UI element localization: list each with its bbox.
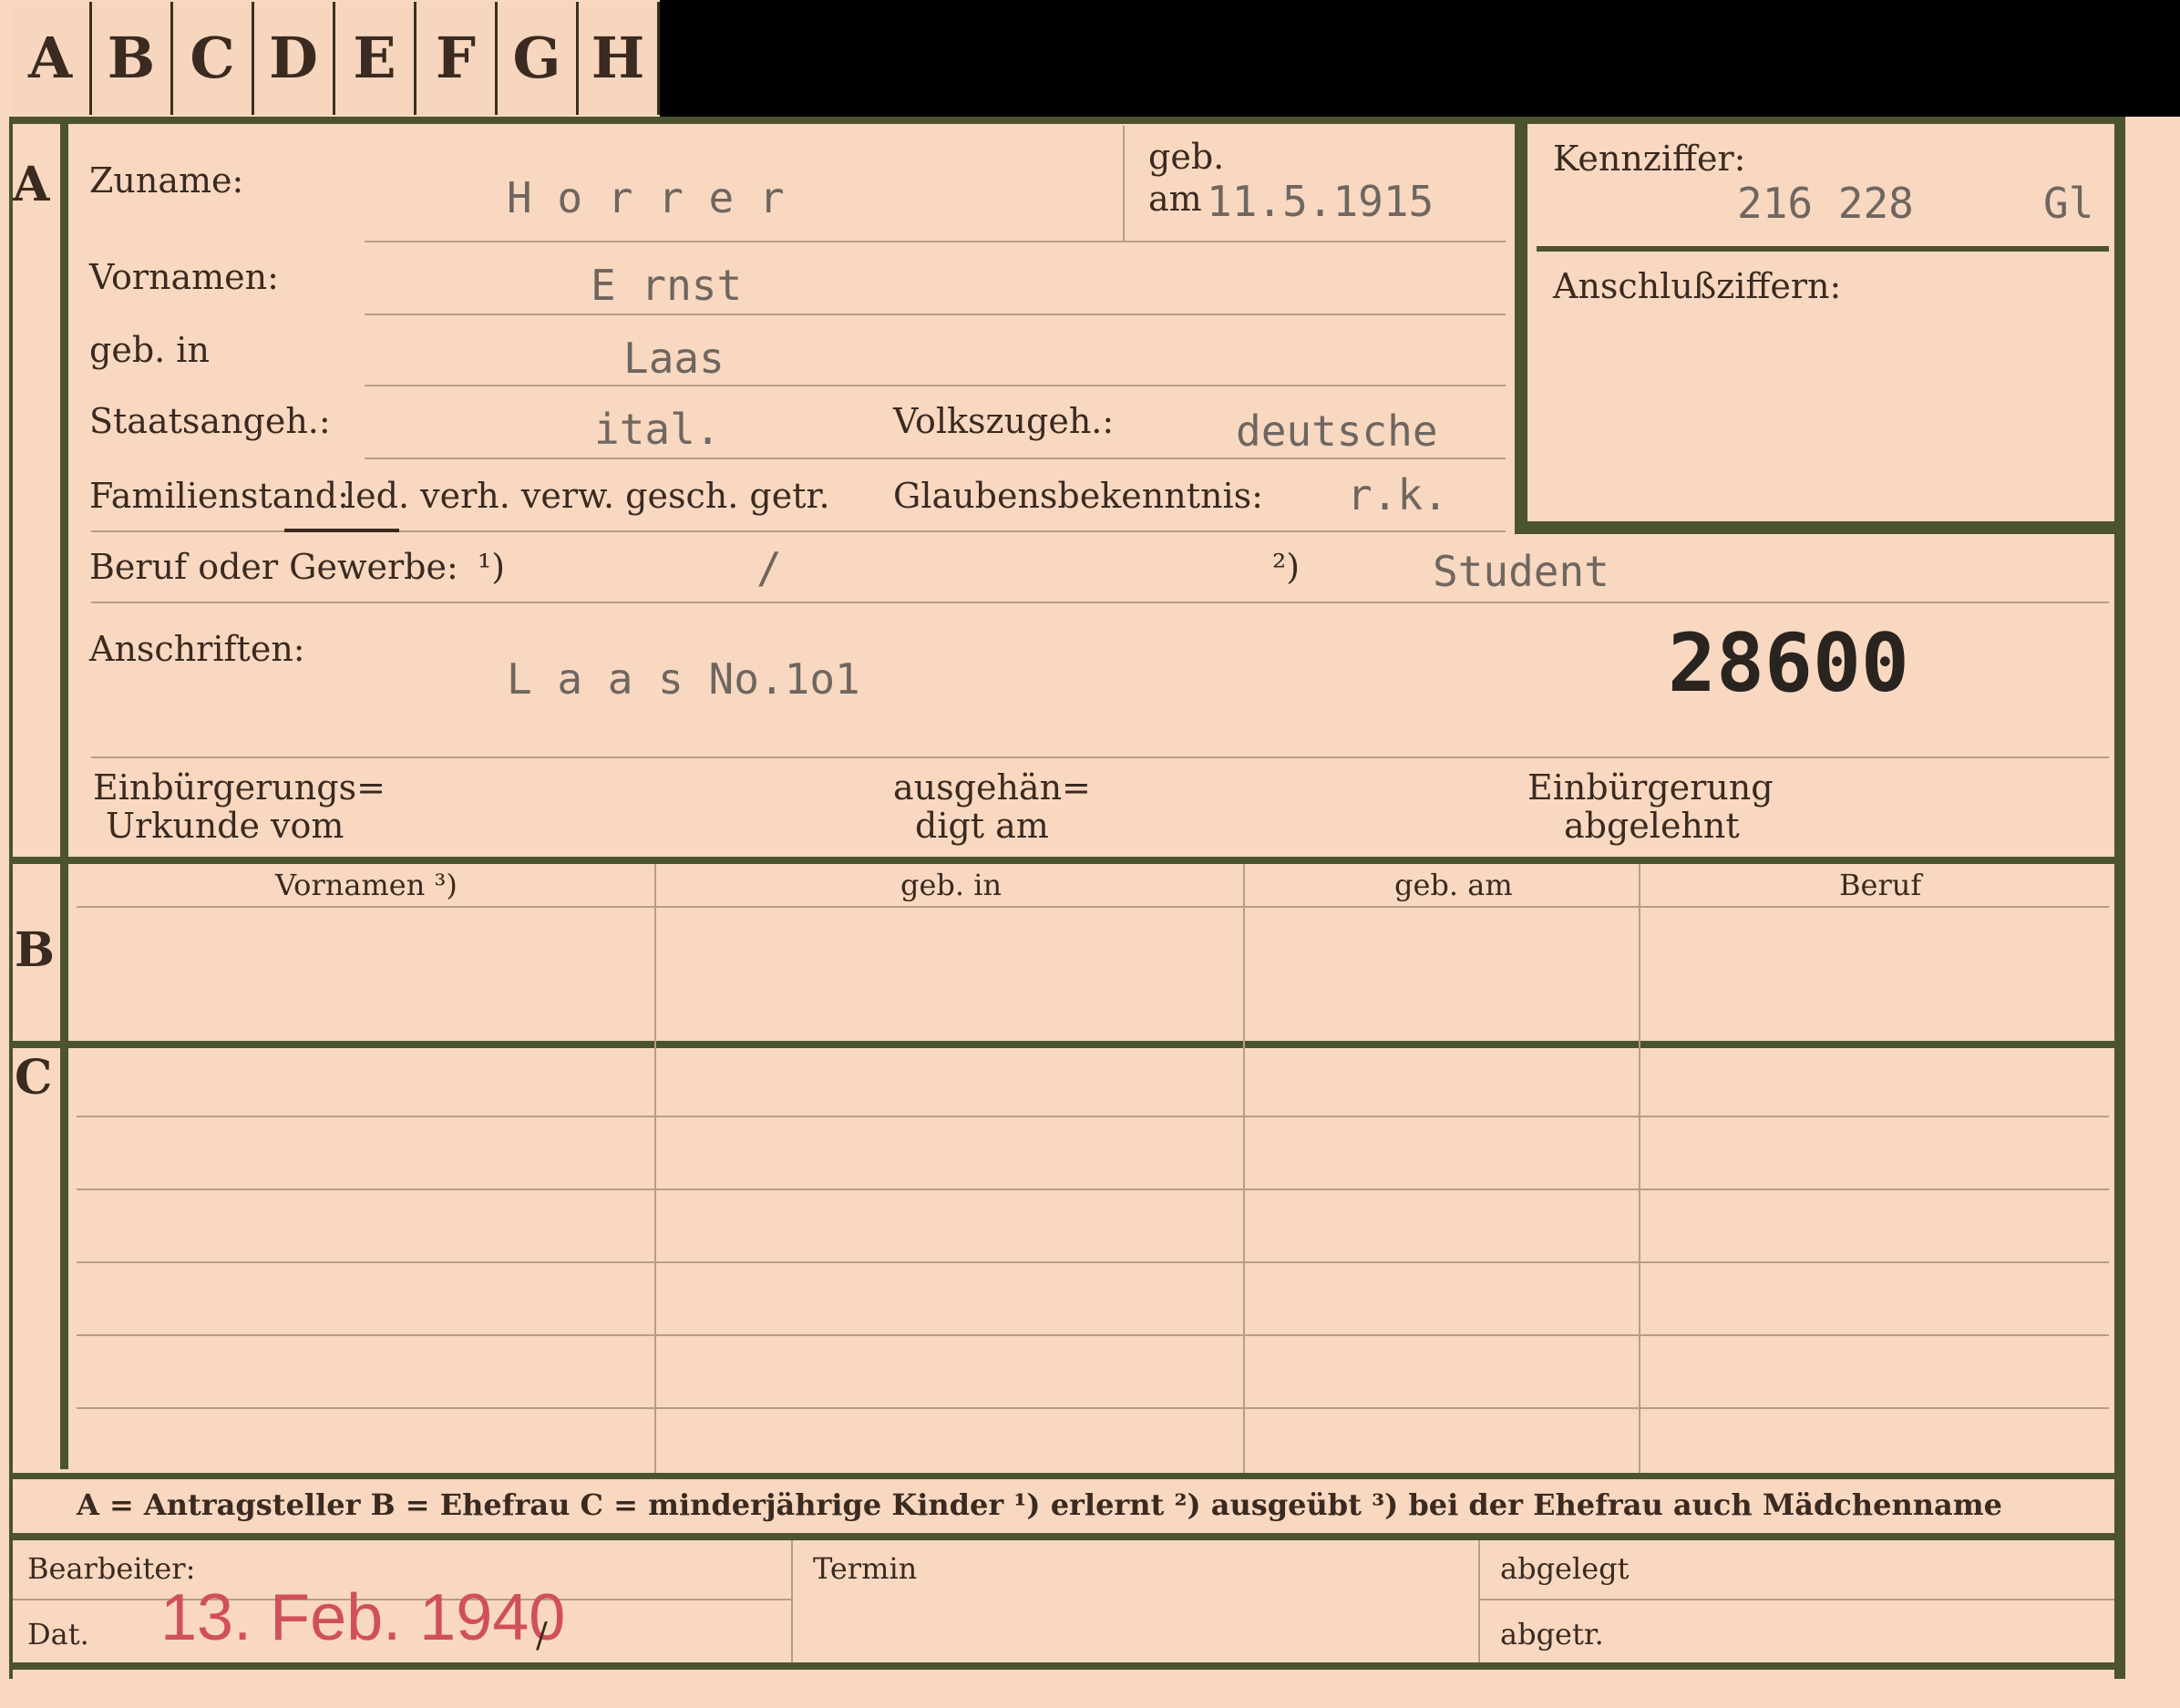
label-beruf: Beruf oder Gewerbe: <box>89 547 458 587</box>
tab-c[interactable]: C <box>173 2 254 115</box>
top-rule <box>9 117 2125 124</box>
label-termin: Termin <box>813 1551 918 1586</box>
value-anschrift[interactable]: L a a s No.1o1 <box>507 654 860 704</box>
rule-beruf <box>91 602 2109 603</box>
rule-anschriften <box>91 756 2109 758</box>
tab-f[interactable]: F <box>416 2 498 115</box>
tab-e[interactable]: E <box>335 2 416 115</box>
kennziffer-box-mid <box>1537 246 2109 252</box>
value-geb-in[interactable]: Laas <box>623 334 725 383</box>
table-c-row-rule <box>77 1407 2109 1409</box>
value-glaubensbekenntnis[interactable]: r.k. <box>1347 470 1448 520</box>
label-staatsangeh: Staatsangeh.: <box>89 401 331 441</box>
label-einb-urkunde-1: Einbürgerungs= <box>93 767 386 808</box>
value-beruf-1[interactable]: / <box>756 543 782 592</box>
label-abgetr: abgetr. <box>1500 1617 1604 1651</box>
tab-d[interactable]: D <box>254 2 335 115</box>
table-c-row-rule <box>77 1116 2109 1117</box>
section-letter-b: B <box>15 922 55 978</box>
kennziffer-box-bottom <box>1515 521 2114 534</box>
tab-a[interactable]: A <box>11 2 92 115</box>
footer-row-rule-right <box>1480 1599 2114 1600</box>
table-c-row-rule <box>77 1261 2109 1263</box>
familienstand-underline <box>284 529 399 532</box>
table-b-header-vornamen: Vornamen ³) <box>275 868 458 902</box>
geb-divider <box>1123 126 1125 241</box>
table-b-header-rule <box>77 906 2109 908</box>
table-b-header-geb-am: geb. am <box>1394 868 1513 902</box>
label-zuname: Zuname: <box>89 160 244 201</box>
label-anschlussziffern: Anschlußziffern: <box>1553 266 1842 306</box>
value-kennziffer-suffix[interactable]: Gl <box>2043 179 2093 228</box>
left-edge-rule <box>9 120 13 1679</box>
col-rule-2 <box>1243 864 1245 1473</box>
familienstand-options[interactable]: led. verh. verw. gesch. getr. <box>344 476 830 516</box>
label-ausgehaen-2: digt am <box>915 806 1049 846</box>
label-dat: Dat. <box>27 1617 89 1651</box>
label-einb-abgelehnt-2: abgelehnt <box>1564 806 1740 846</box>
rule-card-bottom <box>9 1662 2125 1670</box>
right-edge-rule <box>2114 120 2125 1679</box>
table-b-header-beruf: Beruf <box>1839 868 1922 902</box>
label-geb: geb. <box>1148 137 1225 177</box>
value-zuname[interactable]: H o r r e r <box>507 173 785 222</box>
rule-b-c <box>9 1041 2125 1048</box>
table-c-row-rule <box>77 1334 2109 1336</box>
value-vornamen[interactable]: E rnst <box>591 261 742 310</box>
label-familienstand: Familienstand: <box>89 476 349 516</box>
tab-b[interactable]: B <box>92 2 173 115</box>
footer-slash: / <box>536 1615 548 1655</box>
label-kennziffer: Kennziffer: <box>1553 139 1746 179</box>
index-card: A B C D E F G H A B C Zuname: H o r r e … <box>0 0 2180 1708</box>
label-abgelegt: abgelegt <box>1500 1551 1630 1586</box>
table-b-header-geb-in: geb. in <box>900 868 1003 902</box>
tab-h[interactable]: H <box>579 2 660 115</box>
value-volkszugeh[interactable]: deutsche <box>1236 406 1438 456</box>
col-rule-3 <box>1639 864 1640 1473</box>
footer-divider-2 <box>1478 1540 1480 1662</box>
rule-zuname <box>365 241 1506 242</box>
rule-vornamen <box>365 314 1506 315</box>
label-geb-in: geb. in <box>89 330 210 370</box>
table-c-row-rule <box>77 1188 2109 1190</box>
label-einb-abgelehnt-1: Einbürgerung <box>1527 767 1774 808</box>
value-staatsangeh[interactable]: ital. <box>594 405 720 454</box>
rule-staatsangeh <box>365 458 1506 459</box>
card-body <box>0 117 2180 1708</box>
left-section-rule <box>60 120 68 1469</box>
section-letter-a: A <box>13 157 50 212</box>
value-kennziffer[interactable]: 216 228 <box>1737 179 1914 228</box>
label-geb-am: am <box>1148 179 1202 219</box>
label-anschriften: Anschriften: <box>89 629 305 669</box>
kennziffer-box-left <box>1515 124 1527 534</box>
legend: A = Antragsteller B = Ehefrau C = minder… <box>77 1487 2002 1522</box>
footer-divider-1 <box>791 1540 793 1662</box>
date-stamp: 13. Feb. 1940 <box>160 1581 566 1654</box>
value-geb-date[interactable]: 11.5.1915 <box>1207 177 1434 226</box>
rule-a-b <box>9 857 2125 864</box>
label-einb-urkunde-2: Urkunde vom <box>106 806 344 846</box>
value-beruf-2[interactable]: Student <box>1433 547 1609 596</box>
label-glaubensbekenntnis: Glaubensbekenntnis: <box>893 476 1263 516</box>
rule-legend-top <box>9 1473 2125 1479</box>
label-volkszugeh: Volkszugeh.: <box>893 401 1115 441</box>
section-letter-c: C <box>15 1050 53 1106</box>
col-rule-1 <box>654 864 656 1473</box>
label-ausgehaen-1: ausgehän= <box>893 767 1091 808</box>
rule-legend-bottom <box>9 1533 2125 1540</box>
label-vornamen: Vornamen: <box>89 257 279 297</box>
beruf-note-1: ¹) <box>478 547 506 587</box>
beruf-note-2: ²) <box>1272 547 1301 587</box>
tab-g[interactable]: G <box>498 2 579 115</box>
file-number: 28600 <box>1668 616 1909 710</box>
rule-geb-in <box>365 385 1506 386</box>
